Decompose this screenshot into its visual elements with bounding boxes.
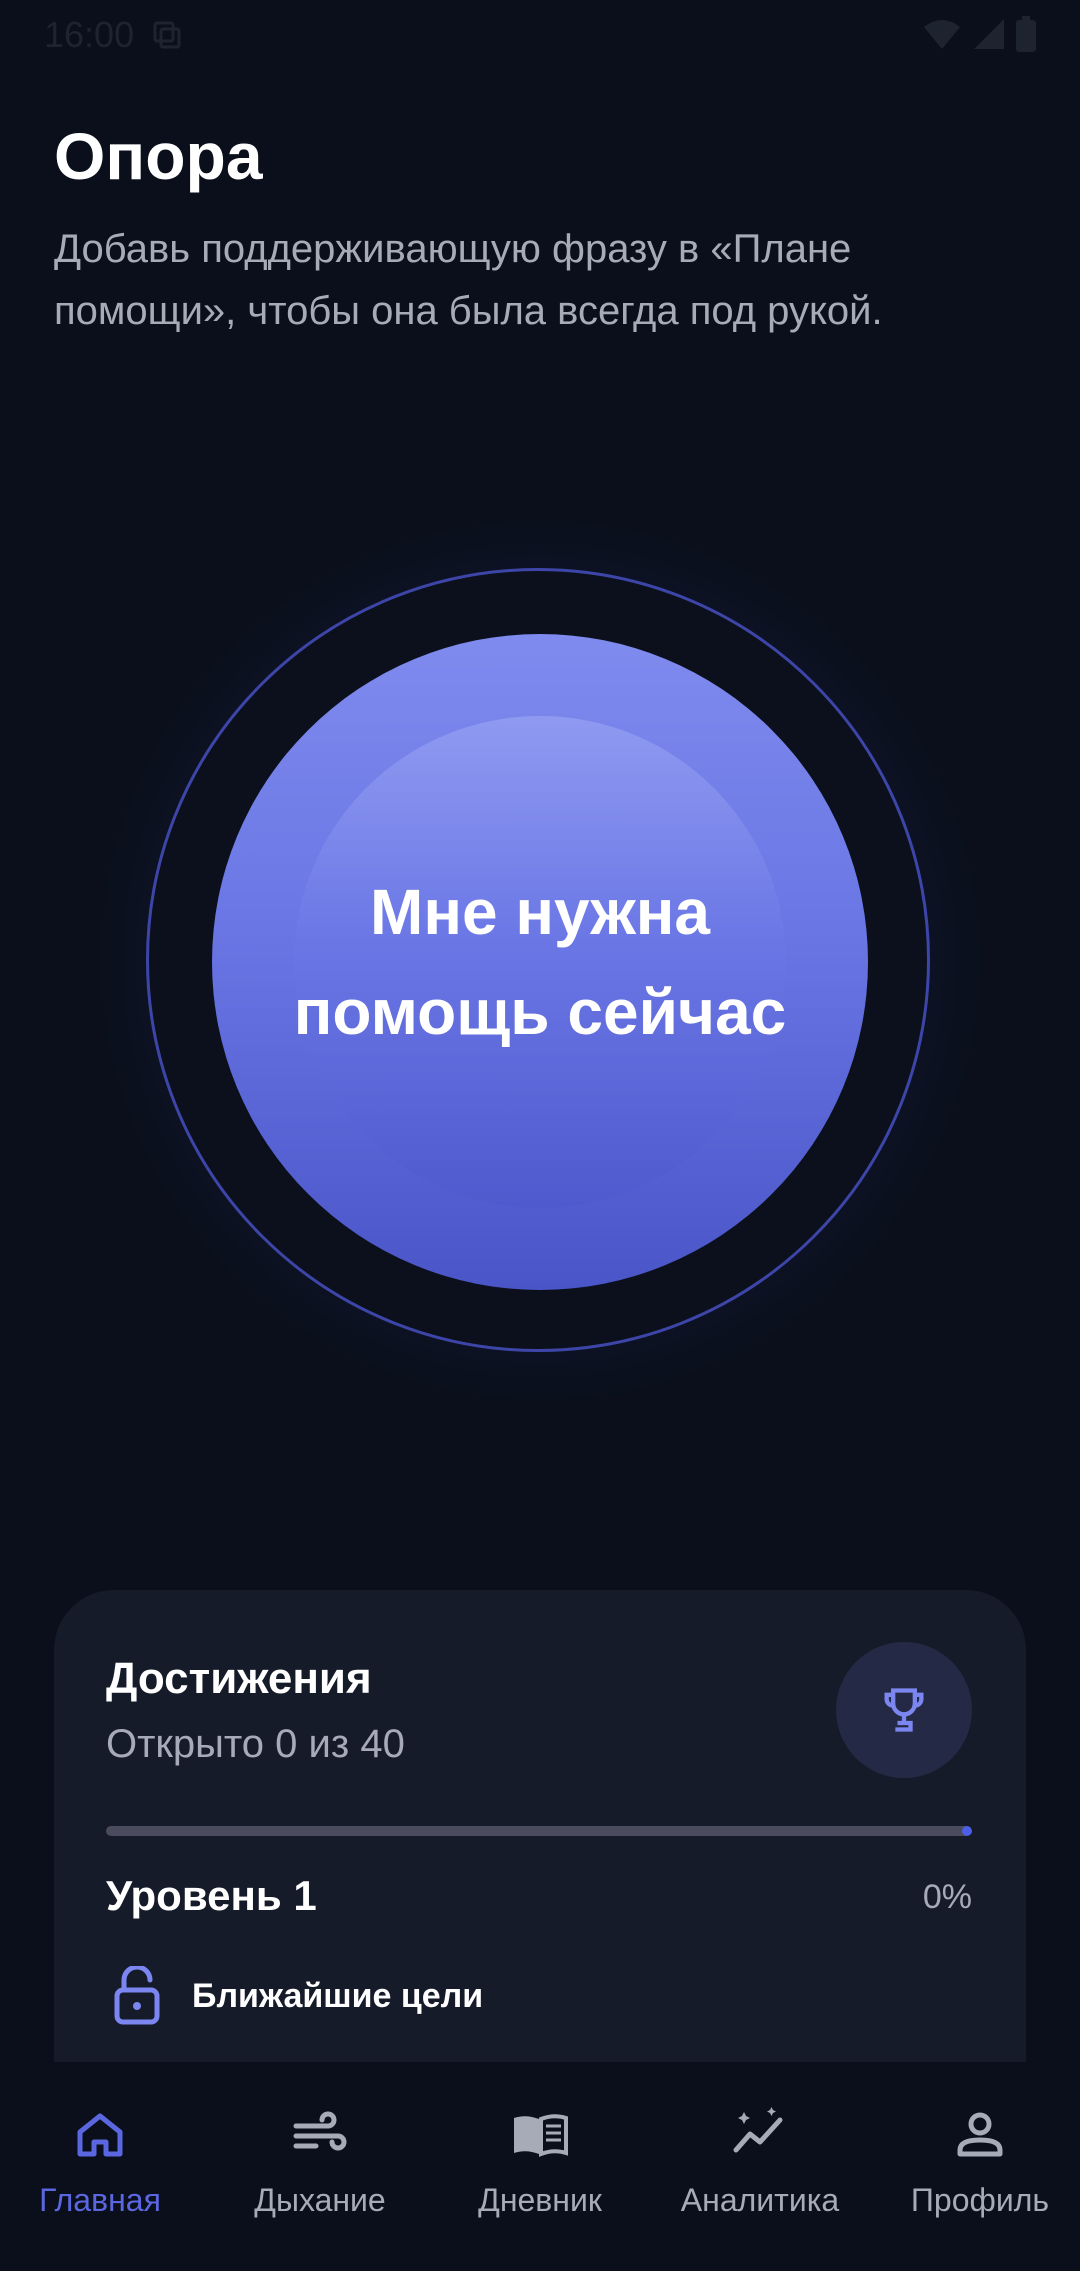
nav-label-breathing: Дыхание — [254, 2182, 386, 2218]
help-button-label: Мне нужна помощь сейчас — [293, 876, 787, 1048]
unlock-icon — [114, 1966, 160, 2025]
page-title: Опора — [54, 119, 263, 193]
home-screen: 16:00 Опора Добавь поддерживающую фразу … — [0, 0, 1080, 2271]
bottom-navigation: Главная Дыхание Дневник Аналитика Профил… — [0, 2062, 1080, 2271]
page-subtitle: Добавь поддерживающую фразу в «Плане пом… — [54, 227, 883, 333]
home-icon — [77, 2113, 123, 2157]
nav-item-breathing[interactable]: Дыхание — [220, 2104, 420, 2219]
achievements-trophy-button[interactable] — [836, 1642, 972, 1778]
profile-icon — [957, 2112, 1003, 2157]
nav-item-analytics[interactable]: Аналитика — [660, 2104, 860, 2219]
achievements-progress-bar — [106, 1826, 972, 1836]
screenshot-notification-icon — [153, 21, 181, 49]
status-bar: 16:00 — [0, 0, 1080, 70]
status-icons — [922, 16, 1036, 52]
nav-label-analytics: Аналитика — [680, 2182, 840, 2218]
book-icon — [514, 2114, 568, 2157]
nav-label-profile: Профиль — [910, 2182, 1050, 2218]
achievements-card[interactable]: Достижения Открыто 0 из 40 Уровень 1 0% … — [54, 1590, 1026, 2070]
wind-icon — [293, 2111, 347, 2151]
nearest-goals-row[interactable]: Ближайшие цели — [112, 1966, 483, 2026]
nav-item-home[interactable]: Главная — [0, 2104, 200, 2219]
status-time: 16:00 — [44, 14, 135, 55]
analytics-icon — [733, 2107, 783, 2153]
trophy-icon — [884, 1688, 924, 1732]
nearest-goals-label: Ближайшие цели — [192, 1976, 484, 2015]
progress-bar-end-dot — [962, 1826, 972, 1836]
help-now-button[interactable]: Мне нужна помощь сейчас — [212, 634, 868, 1290]
nav-item-profile[interactable]: Профиль — [880, 2104, 1080, 2219]
wifi-icon — [924, 20, 960, 49]
achievements-count: Открыто 0 из 40 — [106, 1722, 405, 1766]
level-percent: 0% — [922, 1878, 972, 1916]
level-label: Уровень 1 — [106, 1872, 317, 1919]
signal-icon — [974, 19, 1004, 49]
achievements-title: Достижения — [106, 1654, 372, 1703]
nav-label-home: Главная — [39, 2182, 161, 2218]
battery-icon — [1016, 16, 1036, 52]
nav-item-diary[interactable]: Дневник — [440, 2104, 640, 2219]
nav-label-diary: Дневник — [478, 2182, 602, 2218]
